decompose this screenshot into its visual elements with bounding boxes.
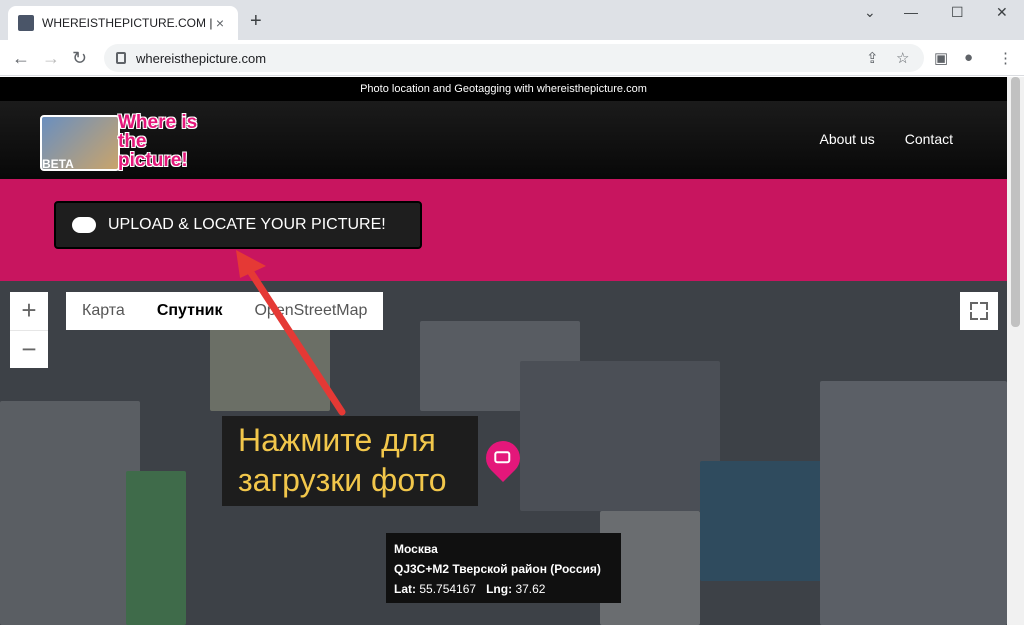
new-tab-button[interactable]: + — [250, 10, 262, 33]
tab-search-icon[interactable]: ⌄ — [864, 4, 876, 21]
logo-text: Where is the picture! — [118, 112, 198, 171]
map-type-selector: Карта Спутник OpenStreetMap — [66, 292, 384, 330]
zoom-in-button[interactable]: + — [10, 292, 48, 330]
lat-value: 55.754167 — [419, 582, 477, 596]
maximize-button[interactable]: ☐ — [951, 4, 964, 21]
site-nav: About us Contact — [819, 131, 953, 147]
scrollbar-thumb[interactable] — [1011, 77, 1020, 327]
browser-toolbar: ← → ↻ whereisthepicture.com ⇪ ☆ ▣ ● ⋮ — [0, 40, 1024, 76]
url-text[interactable]: whereisthepicture.com — [136, 51, 266, 66]
map-terrain-block — [700, 461, 840, 581]
menu-icon[interactable]: ⋮ — [998, 49, 1013, 67]
close-window-button[interactable]: ✕ — [996, 4, 1008, 21]
map-type-osm[interactable]: OpenStreetMap — [238, 292, 383, 330]
site-logo[interactable]: BETA Where is the picture! — [40, 111, 220, 175]
tab-close-icon[interactable]: × — [212, 15, 228, 31]
nav-contact-link[interactable]: Contact — [905, 131, 953, 147]
address-bar[interactable]: whereisthepicture.com — [104, 44, 924, 72]
location-info-box: Москва QJ3C+M2 Тверской район (Россия) L… — [386, 533, 621, 603]
fullscreen-button[interactable] — [960, 292, 998, 330]
satellite-map[interactable]: + − Карта Спутник OpenStreetMap Нажмите … — [0, 281, 1007, 625]
map-terrain-block — [126, 471, 186, 625]
zoom-out-button[interactable]: − — [10, 330, 48, 368]
browser-tab[interactable]: WHEREISTHEPICTURE.COM | Pho × — [8, 6, 238, 40]
side-panel-icon[interactable]: ▣ — [934, 49, 948, 67]
site-header: BETA Where is the picture! About us Cont… — [0, 101, 1007, 179]
tab-title: WHEREISTHEPICTURE.COM | Pho — [42, 16, 212, 30]
minimize-button[interactable]: — — [904, 4, 918, 20]
map-type-map[interactable]: Карта — [66, 292, 141, 330]
nav-about-link[interactable]: About us — [819, 131, 874, 147]
cloud-upload-icon — [72, 217, 96, 233]
lat-label: Lat: — [394, 582, 416, 596]
fullscreen-icon — [970, 302, 978, 310]
map-terrain-block — [820, 381, 1007, 625]
browser-tab-strip: WHEREISTHEPICTURE.COM | Pho × + ⌄ — ☐ ✕ — [0, 0, 1024, 40]
fullscreen-icon-corner — [970, 312, 978, 320]
info-plus-code: QJ3C+M2 Тверской район (Россия) — [394, 562, 601, 576]
back-arrow-icon[interactable]: ← — [12, 48, 30, 69]
lng-value: 37.62 — [515, 582, 546, 596]
map-terrain-block — [520, 361, 720, 511]
map-type-satellite[interactable]: Спутник — [141, 292, 239, 330]
upload-button-label: UPLOAD & LOCATE YOUR PICTURE! — [108, 216, 386, 233]
reload-icon[interactable]: ↻ — [72, 48, 87, 69]
logo-beta-label: BETA — [42, 157, 74, 171]
site-tagline-bar: Photo location and Geotagging with where… — [0, 77, 1007, 101]
map-terrain-block — [0, 401, 140, 625]
lng-label: Lng: — [486, 582, 513, 596]
upload-button[interactable]: UPLOAD & LOCATE YOUR PICTURE! — [54, 201, 422, 249]
upload-hint: Нажмите для загрузки фото — [222, 416, 478, 506]
fullscreen-icon-corner — [980, 312, 988, 320]
bookmark-star-icon[interactable]: ☆ — [896, 49, 909, 67]
site-favicon-icon — [18, 15, 34, 31]
profile-icon[interactable]: ● — [964, 49, 973, 66]
lock-icon[interactable] — [116, 52, 126, 64]
fullscreen-icon-corner — [980, 302, 988, 310]
share-icon[interactable]: ⇪ — [866, 49, 879, 67]
info-city: Москва — [394, 542, 438, 556]
forward-arrow-icon[interactable]: → — [42, 48, 60, 69]
page-scrollbar[interactable] — [1007, 77, 1024, 625]
